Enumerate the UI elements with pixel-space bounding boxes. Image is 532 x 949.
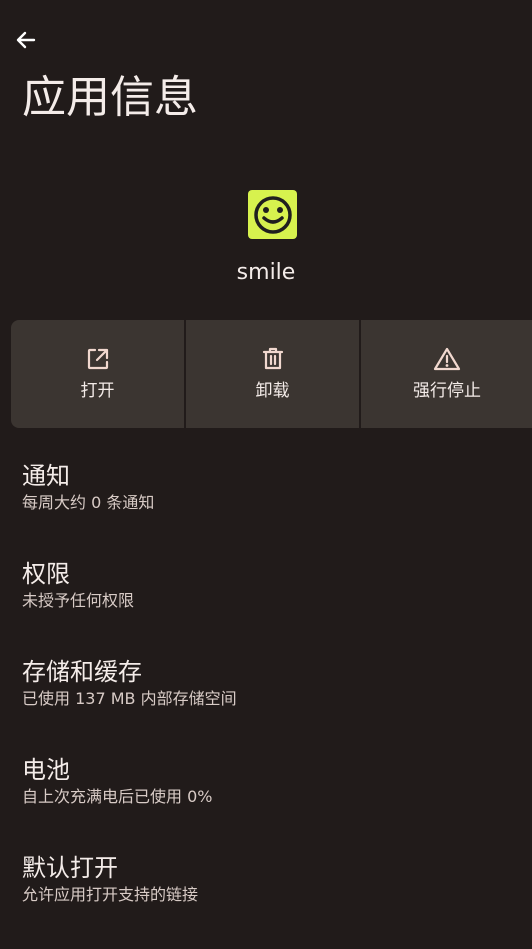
setting-notifications[interactable]: 通知 每周大约 0 条通知	[0, 440, 532, 538]
setting-open-by-default[interactable]: 默认打开 允许应用打开支持的链接	[0, 832, 532, 930]
setting-subtitle: 未授予任何权限	[22, 591, 135, 610]
trash-icon	[262, 347, 283, 370]
setting-subtitle: 每周大约 0 条通知	[22, 493, 155, 512]
app-name: smile	[236, 260, 296, 285]
settings-list: 通知 每周大约 0 条通知 权限 未授予任何权限 存储和缓存 已使用 137 M…	[0, 440, 532, 930]
setting-title: 存储和缓存	[22, 658, 142, 686]
open-label: 打开	[80, 381, 115, 401]
setting-subtitle: 允许应用打开支持的链接	[22, 885, 199, 904]
arrow-left-icon	[16, 31, 36, 49]
setting-battery[interactable]: 电池 自上次充满电后已使用 0%	[0, 734, 532, 832]
open-button[interactable]: 打开	[11, 320, 184, 428]
smile-face-icon	[253, 195, 292, 234]
page-title: 应用信息	[22, 72, 198, 123]
force-stop-label: 强行停止	[413, 381, 481, 401]
back-button[interactable]	[8, 22, 44, 58]
setting-title: 权限	[22, 560, 70, 588]
setting-title: 通知	[22, 462, 70, 490]
warning-icon	[433, 347, 461, 371]
setting-permissions[interactable]: 权限 未授予任何权限	[0, 538, 532, 636]
setting-title: 电池	[22, 756, 70, 784]
app-icon	[248, 190, 297, 239]
action-bar: 打开 卸载 强行停止	[11, 320, 532, 428]
setting-subtitle: 自上次充满电后已使用 0%	[22, 787, 213, 806]
setting-subtitle: 已使用 137 MB 内部存储空间	[22, 689, 237, 708]
setting-storage[interactable]: 存储和缓存 已使用 137 MB 内部存储空间	[0, 636, 532, 734]
force-stop-button[interactable]: 强行停止	[361, 320, 532, 428]
uninstall-button[interactable]: 卸载	[186, 320, 359, 428]
uninstall-label: 卸载	[255, 381, 290, 401]
open-external-icon	[87, 348, 108, 370]
setting-title: 默认打开	[22, 854, 118, 882]
